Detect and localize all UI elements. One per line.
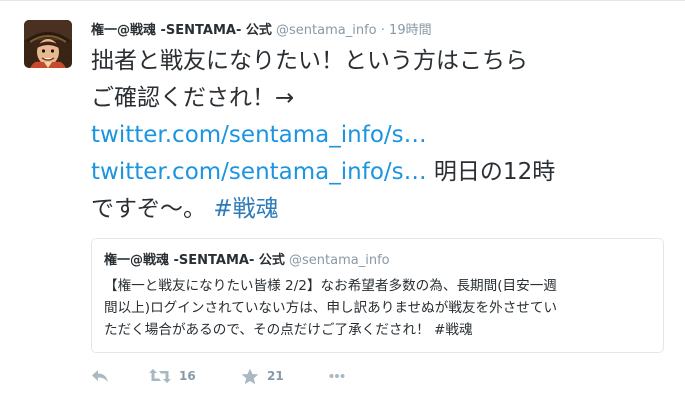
avatar[interactable] <box>24 20 72 68</box>
tweet-fullname[interactable]: 権一@戦魂 -SENTAMA- 公式 <box>91 23 272 38</box>
quoted-username: @sentama_info <box>289 253 390 268</box>
retweet-button[interactable]: 16 <box>149 365 196 387</box>
favorite-icon <box>241 368 259 384</box>
tweet-text-line: ご確認くだされ！→ <box>91 85 295 111</box>
quoted-fullname: 権一@戦魂 -SENTAMA- 公式 <box>104 253 285 268</box>
quoted-text-line: 間以上)ログインされていない方は、申し訳ありませぬが戦友を外させてい <box>104 300 558 316</box>
quoted-text-line: 【権一と戦友になりたい皆様 2/2】なお希望者多数の為、長期間(目安一週 <box>104 278 557 294</box>
reply-icon <box>92 370 108 382</box>
reply-button[interactable] <box>91 365 109 387</box>
quoted-text-line: ただく場合があるので、その点だけご了承くだされ！ #戦魂 <box>104 322 473 338</box>
separator-dot: · <box>380 23 385 38</box>
tweet-link[interactable]: twitter.com/sentama_info/s… <box>91 159 427 185</box>
tweet-timestamp[interactable]: 19時間 <box>389 23 432 38</box>
tweet-text-line: 拙者と戦友になりたい！という方はこちら <box>91 48 528 74</box>
tweet-username[interactable]: @sentama_info <box>276 23 377 38</box>
more-icon <box>329 374 345 378</box>
tweet: 権一@戦魂 -SENTAMA- 公式 @sentama_info · 19時間 … <box>0 0 685 400</box>
more-button[interactable] <box>329 365 345 387</box>
retweet-icon <box>149 369 171 383</box>
tweet-text-line: ですぞ〜。 <box>91 196 214 222</box>
tweet-text: 拙者と戦友になりたい！という方はこちら ご確認くだされ！→ twitter.co… <box>91 43 676 228</box>
tweet-hashtag[interactable]: #戦魂 <box>213 196 278 222</box>
tweet-link[interactable]: twitter.com/sentama_info/s… <box>91 122 427 148</box>
tweet-text-line: 明日の12時 <box>426 159 556 185</box>
tweet-header: 権一@戦魂 -SENTAMA- 公式 @sentama_info · 19時間 <box>91 21 432 41</box>
quoted-tweet[interactable]: 権一@戦魂 -SENTAMA- 公式 @sentama_info 【権一と戦友に… <box>91 238 664 353</box>
quoted-tweet-text: 【権一と戦友になりたい皆様 2/2】なお希望者多数の為、長期間(目安一週 間以上… <box>104 275 654 341</box>
favorite-count: 21 <box>267 369 284 383</box>
retweet-count: 16 <box>179 369 196 383</box>
quoted-tweet-header: 権一@戦魂 -SENTAMA- 公式 @sentama_info <box>104 252 390 270</box>
favorite-button[interactable]: 21 <box>241 365 284 387</box>
samurai-avatar-icon <box>24 20 72 68</box>
